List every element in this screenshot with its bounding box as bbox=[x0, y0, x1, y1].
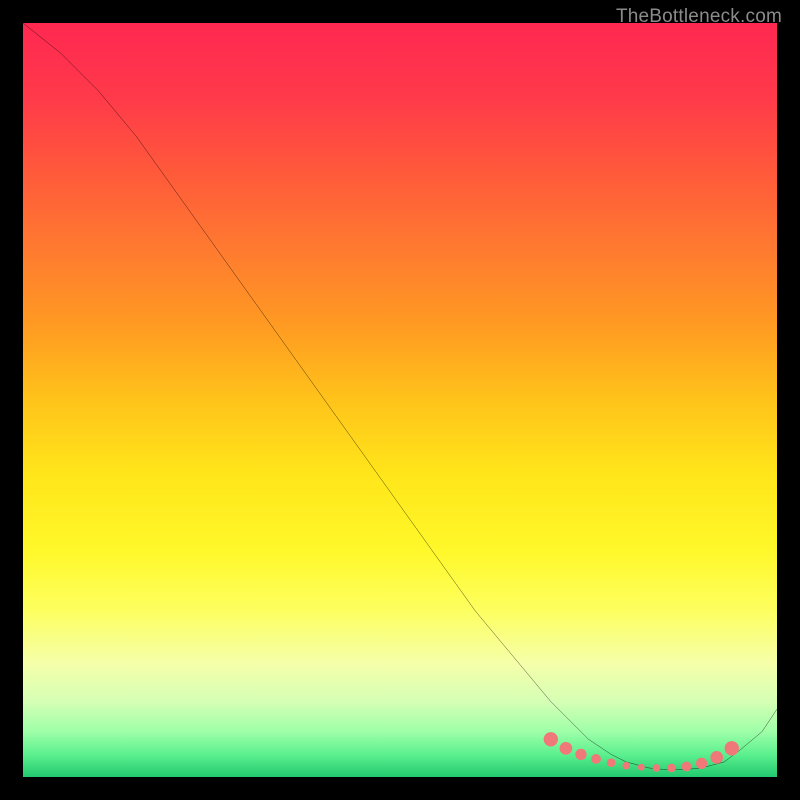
curve-marker bbox=[575, 749, 586, 760]
chart-stage: TheBottleneck.com bbox=[0, 0, 800, 800]
curve-marker bbox=[560, 742, 573, 755]
curve-marker bbox=[667, 764, 676, 773]
curve-marker bbox=[638, 764, 645, 771]
curve-marker bbox=[622, 762, 630, 770]
curve-marker bbox=[725, 741, 739, 755]
curve-marker bbox=[607, 758, 616, 767]
curve-marker bbox=[591, 754, 601, 764]
curve-marker bbox=[544, 732, 558, 746]
curve-marker bbox=[710, 751, 723, 764]
curve-marker bbox=[682, 762, 692, 772]
curve-marker bbox=[696, 758, 707, 769]
curve-marker bbox=[653, 764, 661, 772]
bottleneck-chart bbox=[23, 23, 777, 777]
